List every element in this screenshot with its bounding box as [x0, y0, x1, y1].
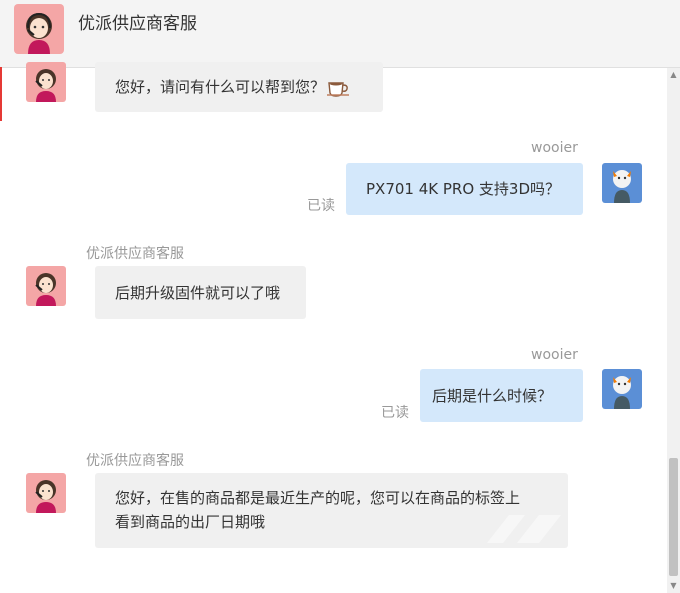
- accent-bar: [0, 67, 2, 121]
- agent-avatar-icon: [26, 473, 66, 513]
- scroll-up-icon[interactable]: ▲: [667, 68, 680, 82]
- sender-name: wooier: [531, 140, 578, 156]
- message-bubble: 后期升级固件就可以了哦: [95, 266, 306, 319]
- agent-avatar-icon: [14, 4, 64, 54]
- agent-avatar-icon: [26, 266, 66, 306]
- vertical-scrollbar[interactable]: ▲ ▼: [667, 68, 680, 593]
- sender-name: 优派供应商客服: [86, 246, 184, 262]
- chat-header: 优派供应商客服: [0, 0, 680, 68]
- watermark-logo: [487, 515, 561, 543]
- message-text: 后期升级固件就可以了哦: [115, 284, 281, 302]
- scrollbar-thumb[interactable]: [669, 458, 678, 576]
- message-text: PX701 4K PRO 支持3D吗？: [366, 180, 561, 198]
- read-status: 已读: [381, 405, 409, 421]
- message-bubble: PX701 4K PRO 支持3D吗？: [346, 163, 583, 215]
- message-bubble: 后期是什么时候？: [420, 369, 583, 422]
- user-avatar-icon: [602, 369, 642, 409]
- message-bubble: 您好，请问有什么可以帮到您？: [95, 62, 383, 112]
- message-text: 您好，请问有什么可以帮到您？: [115, 78, 326, 96]
- message-text: 后期是什么时候？: [432, 387, 553, 405]
- read-status: 已读: [307, 198, 335, 214]
- scroll-down-icon[interactable]: ▼: [667, 579, 680, 593]
- message-bubble: 您好，在售的商品都是最近生产的呢，您可以在商品的标签上 看到商品的出厂日期哦: [95, 473, 568, 548]
- agent-avatar-icon: [26, 62, 66, 102]
- coffee-cup-icon: [327, 81, 350, 97]
- chat-title: 优派供应商客服: [78, 14, 197, 34]
- user-avatar-icon: [602, 163, 642, 203]
- sender-name: wooier: [531, 347, 578, 363]
- sender-name: 优派供应商客服: [86, 453, 184, 469]
